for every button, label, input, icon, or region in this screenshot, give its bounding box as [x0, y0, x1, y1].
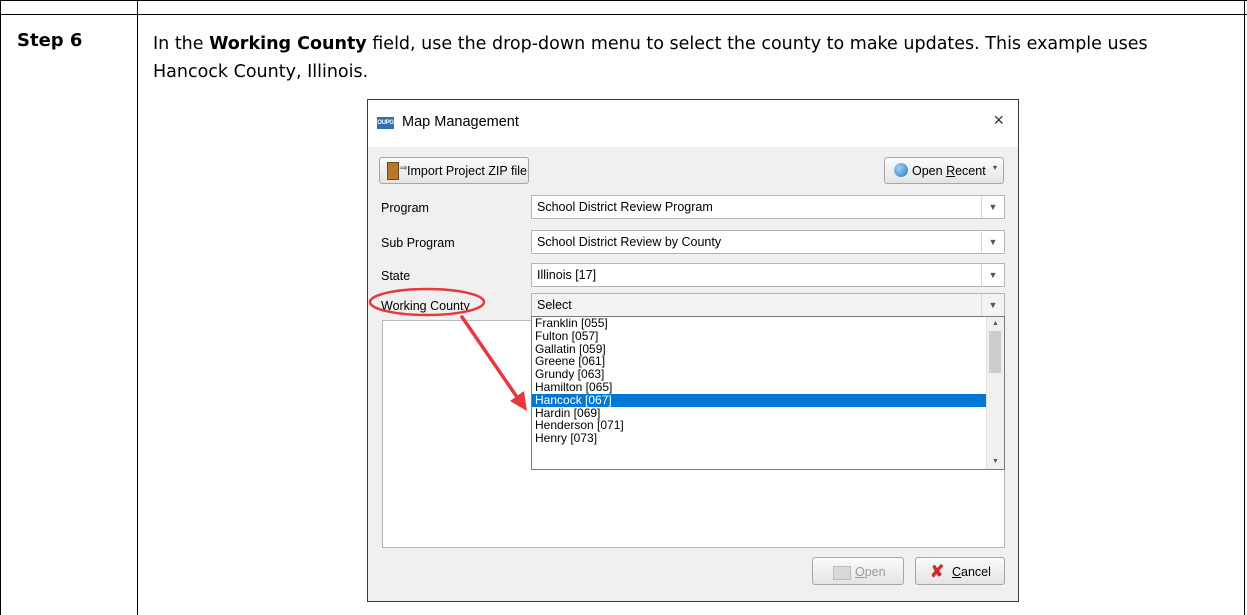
program-label: Program: [381, 201, 429, 215]
open-recent-label-mnemonic: R: [946, 164, 956, 178]
state-select[interactable]: Illinois [17] ▼: [531, 263, 1005, 287]
program-value: School District Review Program: [537, 200, 713, 214]
chevron-down-icon: ▾: [992, 163, 997, 172]
globe-icon: [894, 163, 908, 177]
open-recent-button[interactable]: Open Recent ▾: [884, 157, 1004, 184]
folder-icon: [833, 566, 851, 580]
sub-program-select[interactable]: School District Review by County ▼: [531, 230, 1005, 254]
dropdown-item[interactable]: Fulton [057]: [532, 329, 987, 343]
dialog-title: Map Management: [402, 114, 519, 130]
dialog-titlebar: OUPG Map Management ×: [368, 100, 1018, 147]
close-icon[interactable]: ×: [993, 110, 1004, 131]
county-dropdown-list[interactable]: Franklin [055] Fulton [057] Gallatin [059]…: [531, 316, 1005, 470]
chevron-down-icon: ▼: [981, 294, 1004, 316]
step-instruction: In the Working County field, use the dro…: [153, 30, 1223, 86]
dropdown-item[interactable]: Franklin [055]: [532, 317, 987, 330]
open-label-mnemonic: O: [855, 565, 865, 579]
scroll-down-icon[interactable]: ▼: [987, 455, 1004, 469]
step-text-before: In the: [153, 34, 210, 54]
table-top-border: [0, 0, 1247, 1]
step-text-bold: Working County: [209, 34, 367, 54]
open-label-post: pen: [864, 565, 886, 579]
sub-program-label: Sub Program: [381, 236, 455, 250]
cancel-label-mnemonic: C: [952, 565, 962, 579]
open-recent-label-pre: Open: [912, 164, 947, 178]
chevron-down-icon: ▼: [981, 231, 1004, 253]
chevron-down-icon: ▼: [981, 196, 1004, 218]
table-column-divider: [137, 0, 138, 615]
dropdown-item[interactable]: Hancock [067]: [532, 393, 987, 407]
dropdown-item[interactable]: Henry [073]: [532, 432, 987, 445]
import-button-label: Import Project ZIP file: [407, 164, 527, 178]
cancel-x-icon: ✘: [930, 562, 945, 581]
state-value: Illinois [17]: [537, 268, 597, 282]
table-right-border: [1244, 0, 1245, 615]
dropdown-item[interactable]: Hamilton [065]: [532, 381, 987, 394]
step-label: Step 6: [17, 30, 83, 51]
import-zip-icon: [387, 162, 399, 180]
cancel-label-post: ancel: [961, 565, 991, 579]
chevron-down-icon: ▼: [981, 264, 1004, 286]
open-recent-label-post: ecent: [955, 164, 986, 178]
open-button[interactable]: Open: [812, 557, 904, 585]
map-management-dialog: OUPG Map Management × ⇒ Import Project Z…: [367, 99, 1019, 602]
working-county-select[interactable]: Select ▼: [531, 293, 1005, 317]
program-select[interactable]: School District Review Program ▼: [531, 195, 1005, 219]
sub-program-value: School District Review by County: [537, 235, 722, 249]
app-icon: OUPG: [377, 117, 394, 129]
open-button-label: Open: [855, 565, 886, 579]
dropdown-items: Franklin [055] Fulton [057] Gallatin [059]…: [532, 317, 1004, 445]
state-label: State: [381, 269, 411, 283]
import-project-zip-button[interactable]: ⇒ Import Project ZIP file: [379, 157, 529, 184]
scrollbar-thumb[interactable]: [989, 331, 1001, 373]
cancel-button[interactable]: ✘ Cancel: [915, 557, 1005, 585]
table-row-border: [0, 14, 1247, 15]
dropdown-item[interactable]: Henderson [071]: [532, 419, 987, 432]
table-left-border: [0, 0, 1, 615]
working-county-label: Working County: [381, 299, 470, 313]
working-county-value: Select: [537, 298, 572, 312]
open-recent-label: Open Recent: [912, 164, 986, 178]
dropdown-scrollbar[interactable]: ▲ ▼: [986, 317, 1004, 469]
cancel-button-label: Cancel: [952, 565, 991, 579]
scroll-up-icon[interactable]: ▲: [987, 317, 1004, 331]
